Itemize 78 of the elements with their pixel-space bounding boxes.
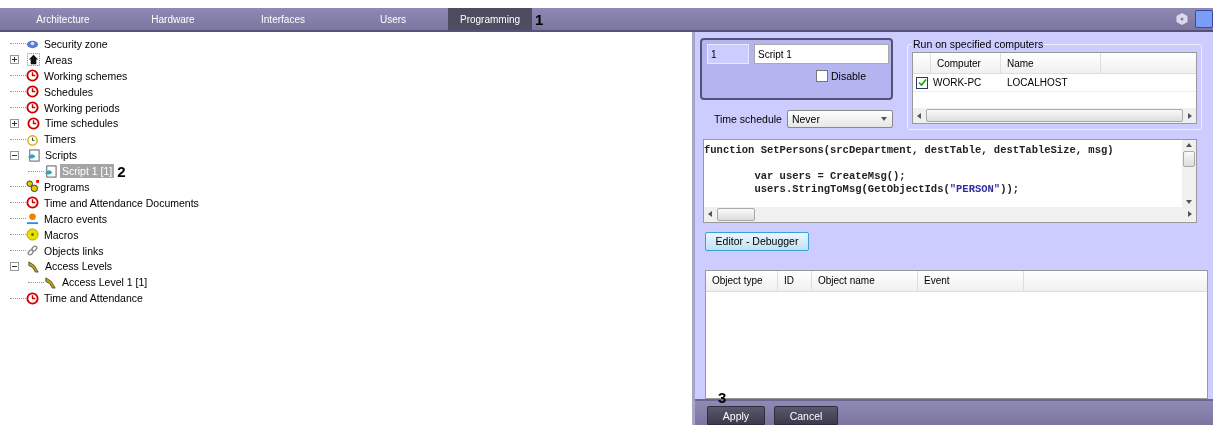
tab[interactable]: Programming bbox=[448, 8, 533, 30]
clock-icon bbox=[27, 116, 40, 130]
clock-icon bbox=[26, 101, 39, 114]
column-header[interactable]: Name bbox=[1001, 53, 1101, 73]
expand-toggle[interactable] bbox=[10, 118, 19, 128]
checkbox[interactable] bbox=[916, 76, 928, 89]
id-field[interactable]: 1 bbox=[707, 44, 749, 64]
name-field[interactable]: Script 1 bbox=[754, 44, 889, 64]
tree-item[interactable]: Macros bbox=[42, 227, 81, 242]
collapse-toggle[interactable] bbox=[10, 261, 19, 271]
tree-item[interactable]: Areas bbox=[43, 52, 75, 67]
tree-item[interactable]: Scripts bbox=[43, 148, 80, 163]
script-icon bbox=[44, 164, 57, 178]
dropdown[interactable]: Never bbox=[786, 110, 893, 128]
clock-icon bbox=[26, 196, 39, 210]
collapse-toggle[interactable] bbox=[10, 150, 19, 160]
scrollbar-thumb[interactable] bbox=[1183, 151, 1195, 167]
vertical-scrollbar[interactable] bbox=[1182, 140, 1196, 207]
tree-item[interactable]: Access Levels bbox=[43, 259, 115, 274]
tree-item[interactable]: Objects links bbox=[42, 243, 106, 258]
callout-number: 1 bbox=[535, 11, 544, 27]
table-cell-text: WORK-PC bbox=[932, 76, 983, 90]
house-icon bbox=[27, 53, 40, 67]
horizontal-scrollbar[interactable] bbox=[704, 206, 1196, 222]
arrow-left-icon bbox=[707, 211, 713, 218]
field-label: Time schedule bbox=[714, 113, 782, 125]
column-header[interactable]: Computer bbox=[931, 53, 1001, 73]
checkbox-label: Disable bbox=[830, 70, 866, 82]
tab[interactable]: Architecture bbox=[8, 8, 118, 30]
horizontal-scrollbar[interactable] bbox=[913, 108, 1196, 123]
window-button[interactable] bbox=[1195, 10, 1213, 28]
cancel-button[interactable]: Cancel bbox=[774, 406, 838, 425]
arrow-left-icon bbox=[916, 112, 922, 119]
gears-icon bbox=[26, 180, 39, 194]
column-header[interactable]: ID bbox=[778, 270, 812, 291]
column-header[interactable]: Event bbox=[918, 270, 1024, 291]
tree-item[interactable]: Timers bbox=[42, 132, 78, 147]
expand-toggle[interactable] bbox=[10, 55, 19, 65]
chain-link-icon bbox=[26, 244, 39, 257]
tree-item[interactable]: Working periods bbox=[42, 100, 122, 115]
column-header[interactable]: Object type bbox=[706, 270, 778, 291]
clock-icon bbox=[26, 69, 39, 83]
clock-icon bbox=[26, 85, 39, 99]
alarm-clock-icon bbox=[26, 132, 39, 146]
scrollbar-thumb[interactable] bbox=[717, 207, 755, 221]
tree-item[interactable]: Access Level 1 [1] bbox=[60, 275, 150, 290]
script-icon bbox=[27, 148, 40, 162]
tree-item[interactable]: Time and Attendance Documents bbox=[42, 195, 201, 210]
tab[interactable]: Hardware bbox=[118, 8, 228, 30]
arrow-up-icon bbox=[1186, 142, 1192, 148]
editor-debugger-button[interactable]: Editor - Debugger bbox=[705, 231, 809, 251]
hexagon-icon bbox=[1175, 12, 1189, 26]
code-editor[interactable]: function SetPersons(srcDepartment, destTable, destTableSize, msg) var users = CreateMsg(); users.StringToMsg(GetObjectIds("PERSON")); bbox=[703, 139, 1197, 223]
tree-item[interactable]: Time schedules bbox=[43, 116, 121, 131]
callout-number: 2 bbox=[117, 163, 126, 179]
code-line: var users = CreateMsg(); bbox=[753, 169, 907, 183]
code-line: users.StringToMsg(GetObjectIds("PERSON")); bbox=[753, 183, 1021, 196]
arrow-right-icon bbox=[1187, 211, 1193, 218]
callout-number: 3 bbox=[718, 389, 727, 406]
clock-icon bbox=[26, 291, 39, 305]
dropdown-arrow-icon bbox=[881, 116, 887, 122]
scrollbar-thumb[interactable] bbox=[926, 109, 1183, 122]
table-cell-text: LOCALHOST bbox=[1006, 76, 1069, 90]
group-title: Run on specified computers bbox=[912, 38, 1045, 50]
tree-item[interactable]: Working schemes bbox=[42, 68, 130, 83]
tree-item[interactable]: Programs bbox=[42, 179, 92, 194]
tab[interactable]: Interfaces bbox=[228, 8, 338, 30]
disc-icon bbox=[26, 228, 39, 242]
checkbox[interactable] bbox=[815, 70, 828, 82]
tree-item[interactable]: Schedules bbox=[42, 84, 96, 99]
code-line: function SetPersons(srcDepartment, destTable, destTableSize, msg) bbox=[704, 144, 1115, 157]
arrow-right-icon bbox=[1187, 112, 1193, 119]
arrow-down-icon bbox=[1186, 198, 1192, 205]
tree-item[interactable]: Time and Attendance bbox=[42, 291, 145, 306]
tree-item[interactable]: Macro events bbox=[42, 211, 110, 226]
column-header[interactable]: Object name bbox=[812, 270, 918, 291]
tree-item[interactable]: Security zone bbox=[42, 36, 110, 51]
tab[interactable]: Users bbox=[338, 8, 448, 30]
